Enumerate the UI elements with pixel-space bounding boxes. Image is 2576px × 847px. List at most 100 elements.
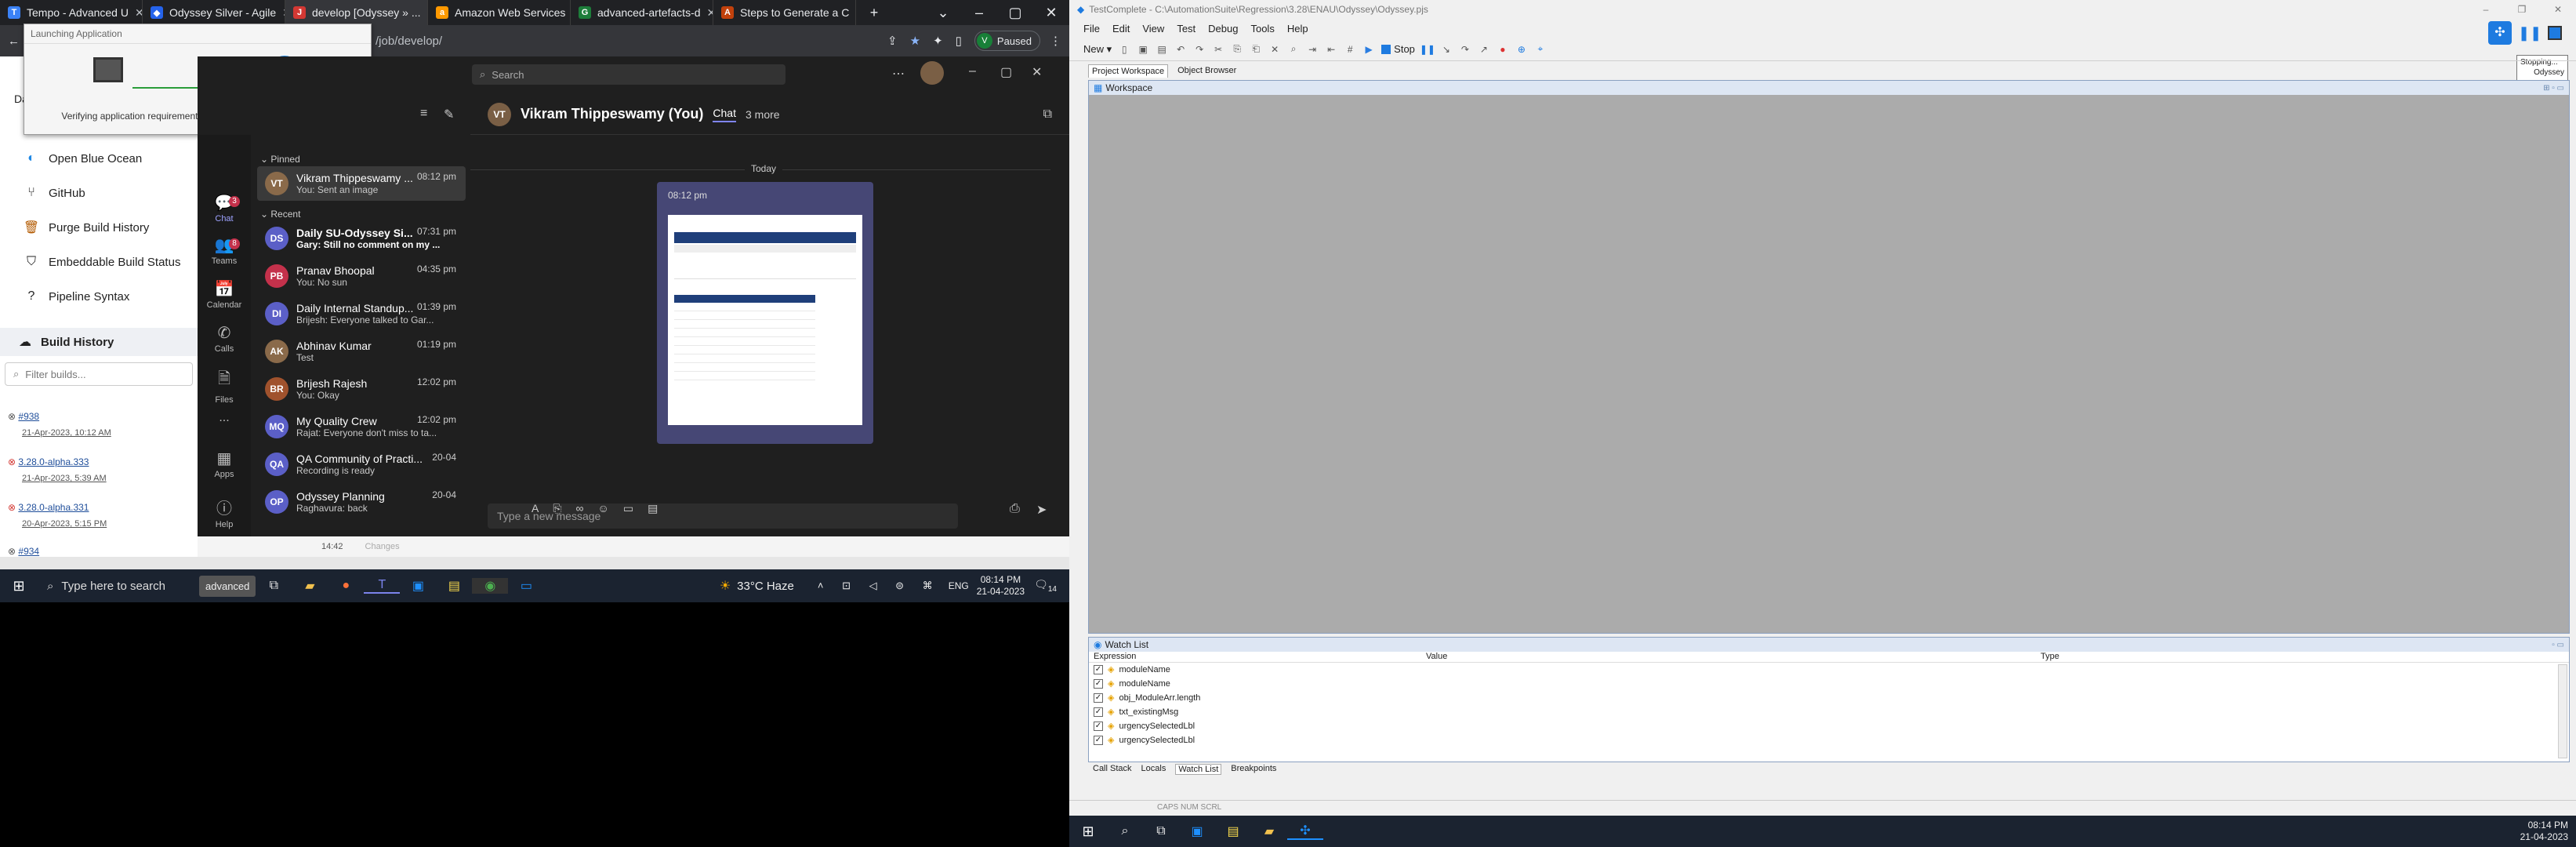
menu-view[interactable]: View bbox=[1142, 23, 1164, 35]
minimize-icon[interactable]: – bbox=[969, 64, 976, 78]
copy-icon[interactable]: ⎘ bbox=[1231, 43, 1243, 56]
browser-tab[interactable]: Gadvanced-artefacts-d ✕ bbox=[571, 0, 713, 25]
rail-more[interactable]: ... bbox=[198, 411, 251, 425]
sticky-notes-icon[interactable]: ▤ bbox=[436, 578, 472, 594]
tab-search-icon[interactable]: ⌄ bbox=[925, 5, 961, 21]
rail-apps[interactable]: ▦ Apps bbox=[198, 449, 251, 479]
popout-icon[interactable]: ⧉ bbox=[1043, 107, 1052, 122]
build-date[interactable]: 21-Apr-2023, 5:39 AM bbox=[22, 474, 107, 483]
undo-icon[interactable]: ↶ bbox=[1174, 43, 1187, 56]
vertical-scrollbar[interactable] bbox=[2558, 664, 2567, 758]
notification-icon[interactable]: 🗨14 bbox=[1034, 578, 1057, 594]
chat-item[interactable]: DS Daily SU-Odyssey Si... Gary: Still no c… bbox=[257, 221, 466, 256]
taskbar-search[interactable]: ⌕ Type here to search bbox=[38, 569, 194, 602]
watch-row[interactable]: ✓ ◈ urgencySelectedLbl bbox=[1094, 735, 1195, 745]
watch-checkbox[interactable]: ✓ bbox=[1094, 735, 1103, 745]
watch-row[interactable]: ✓ ◈ moduleName bbox=[1094, 678, 1170, 689]
tab-object-browser[interactable]: Object Browser bbox=[1174, 64, 1239, 78]
clock[interactable]: 08:14 PM 21-04-2023 bbox=[2520, 820, 2568, 843]
loop-icon[interactable]: ∞ bbox=[576, 502, 584, 515]
language-indicator[interactable]: ENG bbox=[949, 580, 969, 591]
windows-start-icon[interactable]: ⊞ bbox=[0, 578, 38, 594]
menu-purge-build-history[interactable]: 🗑 Purge Build History bbox=[24, 220, 150, 235]
step-into-icon[interactable]: ↘ bbox=[1440, 43, 1453, 56]
build-link[interactable]: 3.28.0-alpha.331 bbox=[18, 502, 89, 513]
column-expression[interactable]: Expression bbox=[1094, 652, 1136, 661]
indent-icon[interactable]: ⇥ bbox=[1306, 43, 1319, 56]
menu-dots-icon[interactable]: ⋮ bbox=[1050, 34, 1061, 48]
object-mapping-icon[interactable]: ⌖ bbox=[1534, 43, 1547, 56]
chat-item[interactable]: MQ My Quality Crew Rajat: Everyone don't m… bbox=[257, 409, 466, 444]
save-all-icon[interactable]: ▤ bbox=[1156, 43, 1168, 56]
menu-embeddable-build-status[interactable]: ⛉ Embeddable Build Status bbox=[24, 254, 180, 270]
tab-call-stack[interactable]: Call Stack bbox=[1093, 764, 1132, 775]
file-explorer-icon[interactable]: ▰ bbox=[292, 578, 328, 594]
windows-start-icon[interactable]: ⊞ bbox=[1069, 823, 1107, 840]
tab-breakpoints[interactable]: Breakpoints bbox=[1231, 764, 1276, 775]
back-icon[interactable]: ← bbox=[8, 35, 20, 48]
find-icon[interactable]: ⌕ bbox=[1287, 43, 1300, 56]
menu-github[interactable]: ⑂ GitHub bbox=[24, 185, 85, 201]
watch-row[interactable]: ✓ ◈ moduleName bbox=[1094, 664, 1170, 674]
record-icon[interactable]: ● bbox=[1497, 43, 1509, 56]
column-type[interactable]: Type bbox=[2041, 652, 2059, 661]
build-row[interactable]: ⊗ 3.28.0-alpha.333 bbox=[8, 456, 89, 467]
firefox-icon[interactable]: ● bbox=[328, 579, 364, 593]
pause-icon[interactable]: ❚❚ bbox=[1420, 43, 1435, 56]
chrome-icon[interactable]: ◉ bbox=[472, 578, 509, 594]
url-field[interactable]: /job/develop/ bbox=[376, 35, 442, 48]
build-date[interactable]: 21-Apr-2023, 10:12 AM bbox=[22, 428, 111, 438]
meet-now-icon[interactable]: ⎙ bbox=[1010, 502, 1020, 516]
extensions-icon[interactable]: ✦ bbox=[933, 34, 943, 48]
chat-item[interactable]: AK Abhinav Kumar Test 01:19 pm bbox=[257, 334, 466, 369]
outlook-icon[interactable]: ▣ bbox=[1179, 823, 1215, 839]
new-tab-icon[interactable]: + bbox=[856, 5, 892, 21]
column-value[interactable]: Value bbox=[1426, 652, 1447, 661]
testcomplete-taskbar-icon[interactable]: ▭ bbox=[508, 578, 544, 594]
teams-search-field[interactable]: ⌕ Search bbox=[472, 64, 785, 85]
tab-locals[interactable]: Locals bbox=[1141, 764, 1166, 775]
sticker-icon[interactable]: ▤ bbox=[648, 502, 658, 515]
stop-button[interactable]: Stop bbox=[1381, 43, 1415, 55]
message-bubble[interactable]: 08:12 pm bbox=[657, 182, 873, 444]
close-icon[interactable]: ✕ bbox=[135, 6, 142, 20]
maximize-icon[interactable]: ▢ bbox=[997, 5, 1033, 21]
chat-item[interactable]: QA QA Community of Practi... Recording is … bbox=[257, 447, 466, 482]
menu-file[interactable]: File bbox=[1083, 23, 1100, 35]
panel-pin-icon[interactable]: ▫ ▭ bbox=[2552, 641, 2564, 649]
browser-tab[interactable]: ASteps to Generate a C✕ bbox=[713, 0, 856, 25]
task-view-icon[interactable]: ⧉ bbox=[1143, 824, 1179, 838]
gif-icon[interactable]: ▭ bbox=[623, 502, 633, 515]
attach-icon[interactable]: ⎘ bbox=[553, 502, 561, 515]
testcomplete-taskbar-icon[interactable]: ✣ bbox=[1287, 823, 1323, 840]
panel-pin-icon[interactable]: ⊞ ▫ ▭ bbox=[2543, 84, 2564, 93]
rail-teams[interactable]: 👥 Teams bbox=[198, 235, 251, 266]
browser-tab[interactable]: T Tempo - Advanced U ✕ bbox=[0, 0, 143, 25]
rail-files[interactable]: 🗎 Files bbox=[198, 367, 251, 405]
chat-item[interactable]: OP Odyssey Planning Raghavura: back 20-04 bbox=[257, 485, 466, 519]
chat-item[interactable]: PB Pranav Bhoopal You: No sun 04:35 pm bbox=[257, 259, 466, 293]
tab-project-workspace[interactable]: Project Workspace bbox=[1088, 64, 1169, 78]
cut-icon[interactable]: ✂ bbox=[1212, 43, 1225, 56]
rail-chat[interactable]: 💬 Chat bbox=[198, 193, 251, 224]
task-view-icon[interactable]: ⧉ bbox=[256, 579, 292, 593]
watch-checkbox[interactable]: ✓ bbox=[1094, 664, 1103, 674]
build-row[interactable]: ⊗ #938 bbox=[8, 411, 39, 422]
filter-builds-field[interactable]: ⌕ Filter builds... bbox=[5, 362, 193, 386]
build-history-header[interactable]: ☁ Build History bbox=[0, 328, 198, 356]
comment-icon[interactable]: # bbox=[1344, 43, 1356, 56]
menu-pipeline-syntax[interactable]: ? Pipeline Syntax bbox=[24, 289, 130, 304]
more-options-icon[interactable]: ⋯ bbox=[892, 66, 905, 82]
outlook-icon[interactable]: ▣ bbox=[400, 578, 436, 594]
browser-tab-active[interactable]: Jdevelop [Odyssey » ...✕ bbox=[285, 0, 428, 25]
menu-test[interactable]: Test bbox=[1177, 23, 1195, 35]
save-icon[interactable]: ▣ bbox=[1137, 43, 1149, 56]
minimize-icon[interactable]: – bbox=[961, 5, 997, 21]
restore-icon[interactable]: ❐ bbox=[2504, 4, 2540, 15]
step-over-icon[interactable]: ↷ bbox=[1459, 43, 1471, 56]
rail-help[interactable]: ⓘ Help bbox=[198, 496, 251, 529]
filter-icon[interactable]: ≡ bbox=[420, 107, 427, 121]
object-spy-icon[interactable]: ⊕ bbox=[1515, 43, 1528, 56]
minimize-icon[interactable]: – bbox=[2468, 4, 2504, 15]
close-window-icon[interactable]: ✕ bbox=[2540, 4, 2576, 15]
